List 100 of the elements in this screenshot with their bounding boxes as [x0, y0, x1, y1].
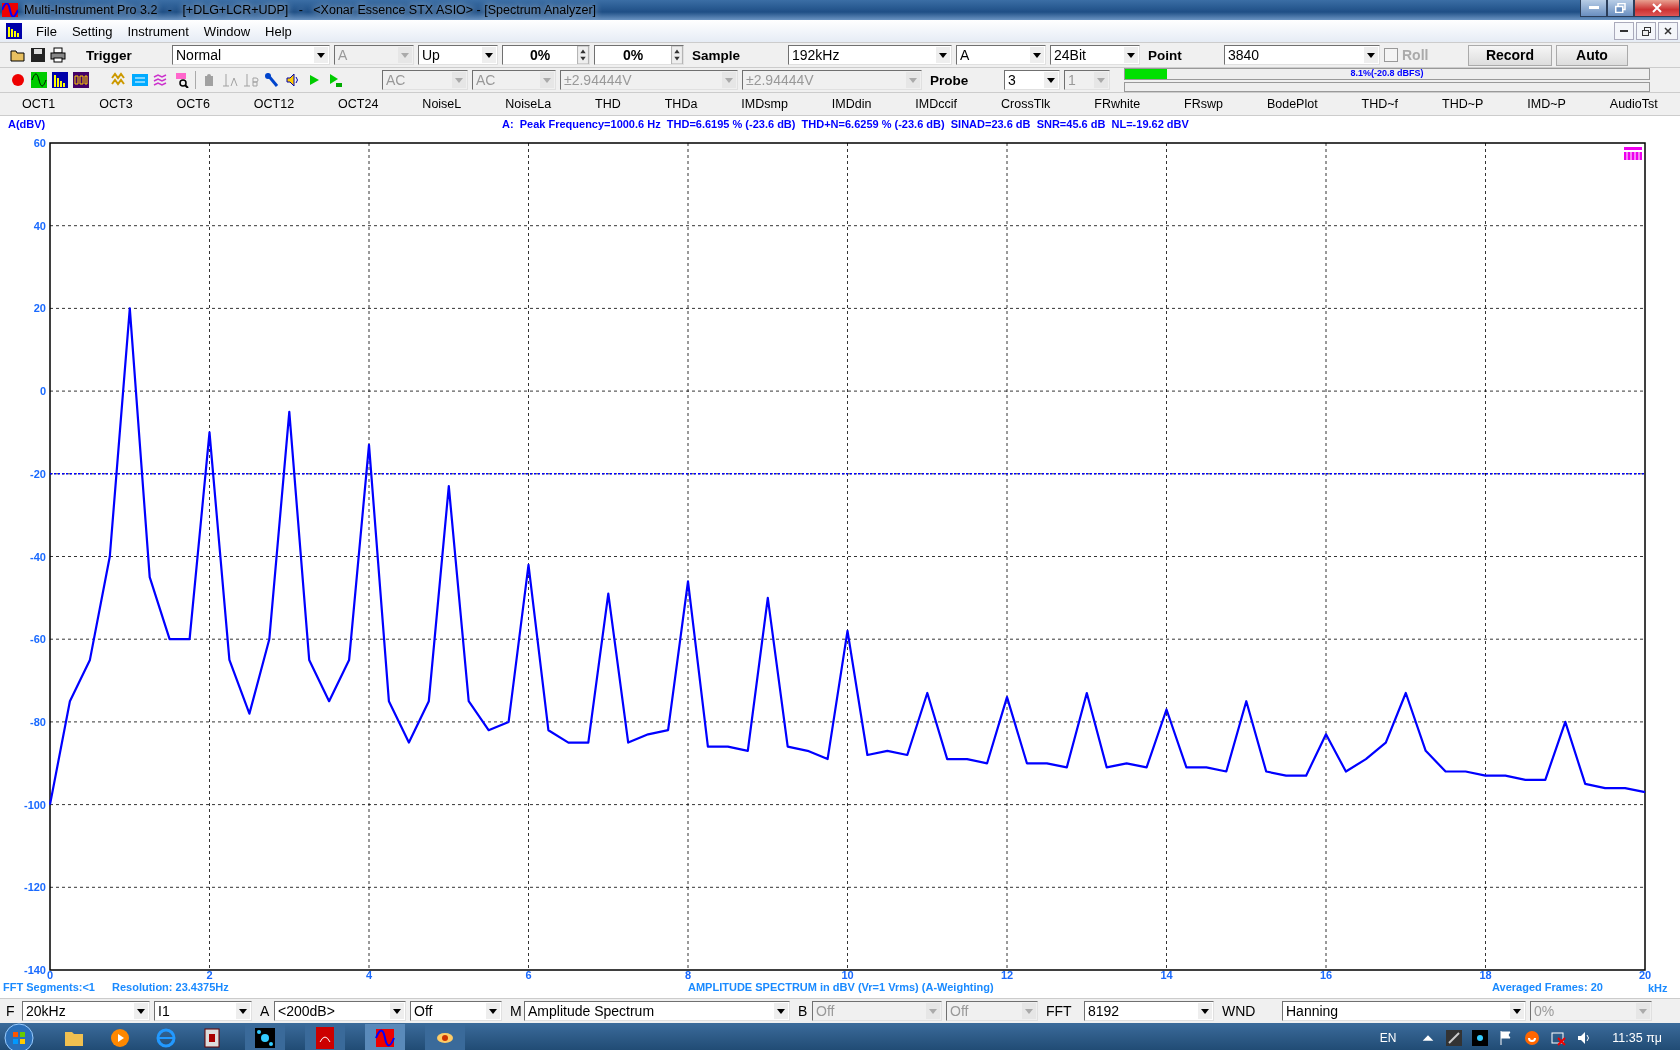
x-tick-label: 4 [365, 969, 373, 981]
minimize-icon [1620, 30, 1628, 32]
media-player-icon[interactable] [108, 1026, 132, 1050]
menu-item[interactable]: Window [197, 23, 260, 39]
function-button[interactable]: THDa [660, 97, 702, 111]
y-tick-label: -140 [23, 964, 46, 976]
play-once-icon[interactable] [327, 72, 343, 88]
menu-item[interactable]: Instrument [121, 23, 198, 39]
function-button[interactable]: OCT6 [172, 97, 214, 111]
toolbar-label: F [5, 1003, 15, 1019]
mi-logo-icon [1624, 147, 1642, 161]
multi-wave-icon[interactable] [153, 72, 169, 88]
function-button[interactable]: BodePlot [1262, 97, 1322, 111]
function-button[interactable]: IMDdin [827, 97, 876, 111]
function-button[interactable]: OCT24 [334, 97, 383, 111]
dropdown[interactable]: I1 [154, 1001, 252, 1021]
dropdown[interactable]: Hanning [1282, 1001, 1526, 1021]
y-tick-label: 40 [33, 219, 46, 232]
minimize-button[interactable] [1580, 0, 1607, 17]
close-button[interactable] [1658, 22, 1678, 40]
open-folder-icon[interactable] [10, 47, 26, 63]
restore-button[interactable] [1607, 0, 1634, 17]
toolbar-button[interactable]: Record [1468, 44, 1552, 66]
level-reading: 8.1%(-20.8 dBFS) [1349, 68, 1425, 79]
dropdown[interactable]: Off [410, 1001, 502, 1021]
speaker-icon[interactable] [285, 72, 301, 88]
y-tick-label: 60 [33, 137, 46, 149]
menu-item[interactable]: Help [259, 23, 301, 39]
y-tick-label: 20 [33, 302, 46, 315]
toolbar-label: Sample [691, 47, 741, 63]
dropdown[interactable]: 3840 [1224, 45, 1380, 65]
toolbar-label: FFT [1045, 1003, 1072, 1019]
minimize-button[interactable] [1614, 22, 1634, 40]
menu-item[interactable]: Setting [65, 23, 122, 39]
x-tick-label: 16 [1319, 969, 1333, 981]
x-tick-label: 10 [841, 969, 854, 981]
dropdown[interactable]: 24Bit [1050, 45, 1140, 65]
window-title: Multi-Instrument Pro 3.2 - [+DLG+LCR+UDP] - <Xonar Essence STX ASIO> - [Spectrum Analyzer] [24, 3, 597, 17]
toolbar-label: B [797, 1003, 808, 1019]
axis-unit: A(dBV) [7, 118, 47, 130]
function-button[interactable]: CrossTlk [997, 97, 1055, 111]
dropdown[interactable]: 8192 [1084, 1001, 1214, 1021]
restore-icon [1641, 26, 1651, 36]
y-tick-label: -80 [30, 715, 46, 728]
spin-field[interactable]: 0% [502, 45, 590, 65]
dropdown[interactable]: A [956, 45, 1046, 65]
close-icon [1664, 27, 1672, 35]
dropdown[interactable]: Normal [172, 45, 330, 65]
toolbar-label: Point [1147, 47, 1182, 63]
minimize-icon [1588, 6, 1599, 10]
dropdown[interactable]: <200dB> [274, 1001, 406, 1021]
language-indicator[interactable]: EN [1379, 1031, 1397, 1045]
toolbar-label: Trigger [85, 47, 132, 63]
x-tick-label: 14 [1160, 969, 1173, 981]
function-button[interactable]: FRswp [1180, 97, 1227, 111]
function-button[interactable]: IMDccif [911, 97, 962, 111]
x-tick-label: 6 [525, 969, 532, 981]
function-button[interactable]: THD [591, 97, 625, 111]
dropdown[interactable]: Up [418, 45, 498, 65]
browser-icon[interactable] [154, 1026, 178, 1050]
toolbar-label: WND [1221, 1003, 1256, 1019]
chart-title: AMPLITUDE SPECTRUM in dBV (Vr=1 Vrms) (A-Weighting) [688, 981, 994, 993]
dropdown[interactable]: 3 [1004, 70, 1060, 90]
magnifier-icon[interactable] [174, 72, 190, 88]
wrench-icon[interactable] [264, 72, 280, 88]
x-tick-label: 2 [206, 969, 213, 981]
printer-icon[interactable] [50, 47, 66, 63]
close-button[interactable] [1634, 0, 1680, 17]
clock[interactable]: 11:35 πμ [1612, 1031, 1662, 1045]
averaged-frames-label: Averaged Frames: 20 [1492, 981, 1603, 993]
function-button[interactable]: OCT3 [95, 97, 137, 111]
waveform-icon[interactable] [31, 72, 47, 88]
toolbar-button[interactable]: Auto [1556, 44, 1628, 66]
record-icon[interactable] [10, 72, 26, 88]
dropdown[interactable]: Amplitude Spectrum [524, 1001, 790, 1021]
dropdown[interactable]: 192kHz [788, 45, 952, 65]
function-button[interactable]: IMDsmp [737, 97, 792, 111]
segments-label: FFT Segments:<1 [3, 981, 95, 993]
dropdown[interactable]: 20kHz [22, 1001, 150, 1021]
function-button[interactable]: THD~P [1438, 97, 1488, 111]
digital-display-icon[interactable] [73, 72, 89, 88]
restore-button[interactable] [1636, 22, 1656, 40]
x-tick-label: 12 [1000, 969, 1014, 981]
function-button[interactable]: FRwhite [1090, 97, 1145, 111]
toolbar-label: M [509, 1003, 522, 1019]
y-tick-label: -120 [23, 881, 46, 894]
save-icon[interactable] [30, 47, 46, 63]
function-button[interactable]: IMD~P [1523, 97, 1570, 111]
function-button[interactable]: NoiseLa [501, 97, 556, 111]
restore-icon [1615, 3, 1626, 13]
function-button[interactable]: NoiseL [418, 97, 466, 111]
spectrum-icon[interactable] [52, 72, 68, 88]
function-button[interactable]: OCT12 [249, 97, 299, 111]
menu-item[interactable]: File [30, 23, 66, 39]
bar-chart-icon [6, 23, 22, 39]
start-button[interactable] [4, 1023, 34, 1050]
function-button[interactable]: THD~f [1357, 97, 1403, 111]
spin-field[interactable]: 0% [594, 45, 684, 65]
function-button[interactable]: AudioTst [1605, 97, 1662, 111]
function-button[interactable]: OCT1 [17, 97, 60, 111]
